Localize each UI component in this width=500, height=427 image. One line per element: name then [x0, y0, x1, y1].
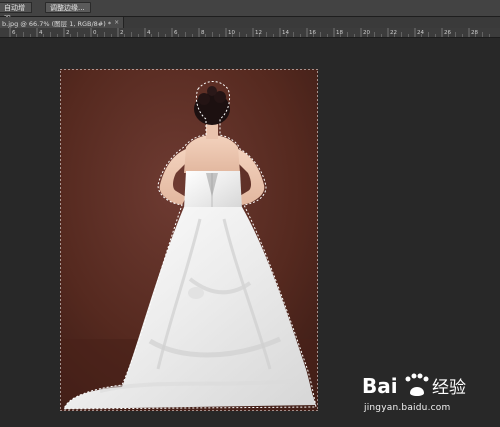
ruler-label: 26	[444, 30, 451, 36]
svg-text:Bai: Bai	[362, 374, 398, 398]
horizontal-ruler[interactable]: 6 4 2 0 2 4 6 8 10 12 14 16 18 20 22 24 26 28	[0, 28, 500, 38]
hair-bun-1	[198, 93, 210, 105]
ruler-ticks: 6 4 2 0 2 4 6 8 10 12 14 16 18 20 22 24 26 28	[9, 28, 490, 37]
hair-bun-3	[207, 86, 217, 96]
ruler-label: 20	[363, 30, 370, 36]
document-tab[interactable]: b.jpg @ 66.7% (图层 1, RGB/8#) * ×	[0, 17, 125, 28]
skirt-rosette	[188, 287, 204, 299]
document-tab-label: b.jpg @ 66.7% (图层 1, RGB/8#) *	[2, 19, 112, 28]
options-bar: 自动增强 调整边缘...	[0, 0, 500, 23]
ruler-label: 16	[309, 30, 316, 36]
photoshop-window: 自动增强 调整边缘... b.jpg @ 66.7% (图层 1, RGB/8#…	[0, 0, 500, 427]
ruler-label: 8	[201, 30, 205, 36]
ruler-label: 18	[336, 30, 343, 36]
ruler-label: 10	[228, 30, 235, 36]
ruler-label: 24	[417, 30, 424, 36]
ruler-label: 2	[66, 30, 70, 36]
svg-text:经验: 经验	[432, 378, 466, 398]
watermark-url: jingyan.baidu.com	[364, 403, 451, 413]
ruler-label: 28	[471, 30, 478, 36]
baidu-logo: Bai 经验	[362, 373, 466, 398]
baidu-watermark: Bai 经验 jingyan.baidu.com	[360, 371, 480, 419]
close-icon[interactable]: ×	[114, 19, 119, 26]
ruler-label: 0	[93, 30, 97, 36]
ruler-label: 22	[390, 30, 397, 36]
document-tab-bar: b.jpg @ 66.7% (图层 1, RGB/8#) * ×	[0, 17, 500, 28]
ruler-label: 4	[39, 30, 43, 36]
ruler-label: 6	[174, 30, 178, 36]
photo-image	[60, 69, 318, 411]
ruler-label: 14	[282, 30, 289, 36]
ruler-label: 6	[12, 30, 16, 36]
document-canvas[interactable]	[60, 69, 318, 411]
ruler-label: 12	[255, 30, 262, 36]
auto-enhance-button[interactable]: 自动增强	[0, 2, 32, 23]
ruler-label: 4	[147, 30, 151, 36]
canvas-area[interactable]: Bai 经验 jingyan.baidu.com	[0, 38, 500, 427]
refine-edge-button[interactable]: 调整边缘...	[45, 2, 91, 13]
ruler-label: 2	[120, 30, 124, 36]
